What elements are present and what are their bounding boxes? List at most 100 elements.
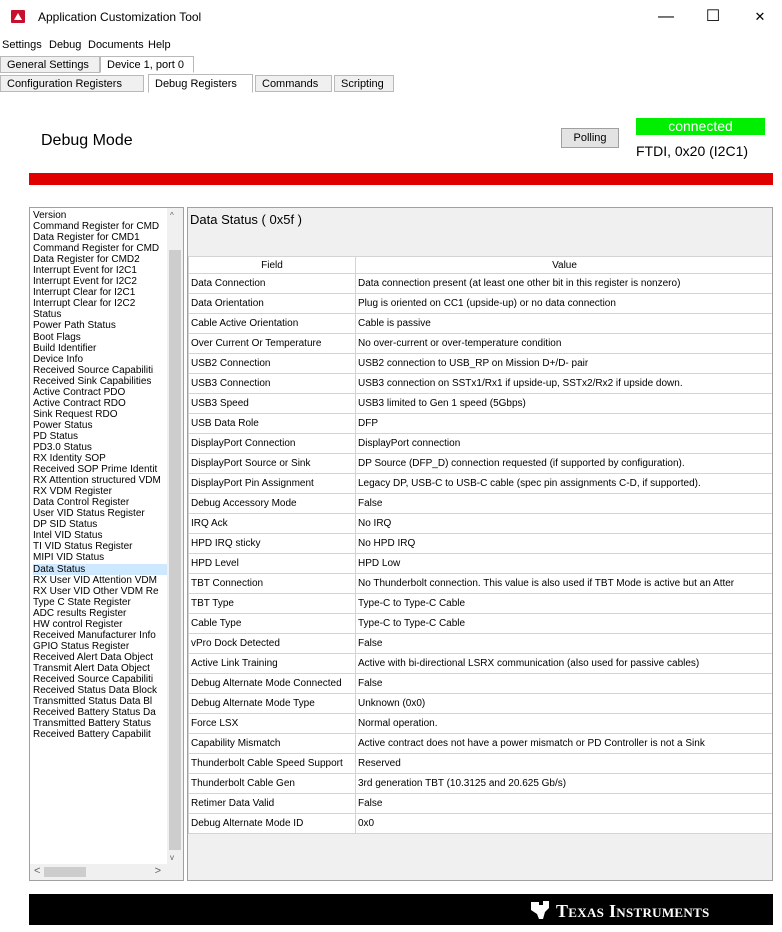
register-list-item[interactable]: Transmit Alert Data Object (33, 663, 167, 674)
table-row[interactable]: DisplayPort Connection DisplayPort connec… (188, 433, 772, 454)
register-list-item[interactable]: Boot Flags (33, 332, 167, 343)
register-list-item[interactable]: Received Source Capabiliti (33, 365, 167, 376)
field-value-cell: Active contract does not have a power mi… (355, 733, 772, 754)
register-list-item[interactable]: Device Info (33, 354, 167, 365)
register-list-item[interactable]: HW control Register (33, 619, 167, 630)
tab-debug-registers[interactable]: Debug Registers (148, 74, 253, 93)
register-list-item[interactable]: Data Control Register (33, 497, 167, 508)
table-row[interactable]: Retimer Data Valid False (188, 793, 772, 814)
register-list-item[interactable]: GPIO Status Register (33, 641, 167, 652)
table-row[interactable]: Cable Active Orientation Cable is passive (188, 313, 772, 334)
register-list-item[interactable]: RX Attention structured VDM (33, 475, 167, 486)
table-row[interactable]: Debug Alternate Mode ID 0x0 (188, 813, 772, 834)
register-list-item[interactable]: Active Contract RDO (33, 398, 167, 409)
close-button[interactable]: ✕ (737, 4, 782, 30)
register-list-item[interactable]: Data Status (33, 563, 167, 575)
register-list-item[interactable]: Received SOP Prime Identit (33, 464, 167, 475)
register-list-item[interactable]: PD3.0 Status (33, 442, 167, 453)
register-list-item[interactable]: RX User VID Other VDM Re (33, 586, 167, 597)
register-list-item[interactable]: Interrupt Clear for I2C2 (33, 298, 167, 309)
menu-documents[interactable]: Documents (88, 39, 144, 51)
table-row[interactable]: Thunderbolt Cable Gen 3rd generation TBT … (188, 773, 772, 794)
register-list-item[interactable]: Transmitted Status Data Bl (33, 696, 167, 707)
register-list-item[interactable]: RX Identity SOP (33, 453, 167, 464)
table-row[interactable]: DisplayPort Source or Sink DP Source (DFP… (188, 453, 772, 474)
tab-commands[interactable]: Commands (255, 75, 332, 92)
scroll-down-icon[interactable]: v (170, 853, 174, 862)
menu-debug[interactable]: Debug (49, 39, 81, 51)
tab-scripting[interactable]: Scripting (334, 75, 394, 92)
register-list-item[interactable]: Received Manufacturer Info (33, 630, 167, 641)
table-row[interactable]: Force LSX Normal operation. (188, 713, 772, 734)
register-list-item[interactable]: Power Path Status (33, 320, 167, 331)
register-list-item[interactable]: Type C State Register (33, 597, 167, 608)
register-list-item[interactable]: Version (33, 210, 167, 221)
register-list-item[interactable]: MIPI VID Status (33, 552, 167, 563)
table-row[interactable]: TBT Connection No Thunderbolt connection.… (188, 573, 772, 594)
table-row[interactable]: Capability Mismatch Active contract does … (188, 733, 772, 754)
scroll-up-icon[interactable]: ^ (170, 211, 174, 220)
register-list-item[interactable]: Received Source Capabiliti (33, 674, 167, 685)
table-row[interactable]: Thunderbolt Cable Speed Support Reserved (188, 753, 772, 774)
horizontal-scrollbar[interactable]: < > (30, 864, 183, 880)
register-list-item[interactable]: Power Status (33, 420, 167, 431)
maximize-button[interactable]: ☐ (690, 4, 736, 30)
table-row[interactable]: Debug Alternate Mode Connected False (188, 673, 772, 694)
table-row[interactable]: HPD Level HPD Low (188, 553, 772, 574)
table-row[interactable]: TBT Type Type-C to Type-C Cable (188, 593, 772, 614)
polling-button[interactable]: Polling (561, 128, 619, 148)
scroll-right-icon[interactable]: > (155, 865, 161, 877)
register-list-item[interactable]: PD Status (33, 431, 167, 442)
table-row[interactable]: DisplayPort Pin Assignment Legacy DP, USB… (188, 473, 772, 494)
register-list-item[interactable]: RX User VID Attention VDM (33, 575, 167, 586)
register-list-item[interactable]: ADC results Register (33, 608, 167, 619)
register-list-item[interactable]: Command Register for CMD (33, 243, 167, 254)
register-list-item[interactable]: Received Battery Status Da (33, 707, 167, 718)
vertical-scrollbar[interactable]: ^ v (167, 208, 183, 864)
register-list-item[interactable]: Received Alert Data Object (33, 652, 167, 663)
table-row[interactable]: USB Data Role DFP (188, 413, 772, 434)
table-row[interactable]: Debug Accessory Mode False (188, 493, 772, 514)
table-row[interactable]: vPro Dock Detected False (188, 633, 772, 654)
table-row[interactable]: Active Link Training Active with bi-direc… (188, 653, 772, 674)
table-row[interactable]: Cable Type Type-C to Type-C Cable (188, 613, 772, 634)
register-list-item[interactable]: TI VID Status Register (33, 541, 167, 552)
horizontal-scroll-thumb[interactable] (44, 867, 86, 877)
register-list-item[interactable]: Interrupt Clear for I2C1 (33, 287, 167, 298)
table-row[interactable]: USB3 Speed USB3 limited to Gen 1 speed (5… (188, 393, 772, 414)
minimize-button[interactable]: — (643, 4, 689, 30)
menu-help[interactable]: Help (148, 39, 171, 51)
tab-general-settings[interactable]: General Settings (0, 56, 100, 73)
table-row[interactable]: HPD IRQ sticky No HPD IRQ (188, 533, 772, 554)
register-list-item[interactable]: Data Register for CMD2 (33, 254, 167, 265)
table-row[interactable]: USB2 Connection USB2 connection to USB_RP… (188, 353, 772, 374)
register-list-item[interactable]: RX VDM Register (33, 486, 167, 497)
tab-device-1-port-0[interactable]: Device 1, port 0 (100, 56, 194, 73)
register-list[interactable]: Version Command Register for CMD Data Regi… (29, 207, 184, 881)
table-row[interactable]: Over Current Or Temperature No over-curre… (188, 333, 772, 354)
register-list-item[interactable]: User VID Status Register (33, 508, 167, 519)
register-list-item[interactable]: Data Register for CMD1 (33, 232, 167, 243)
tab-configuration-registers[interactable]: Configuration Registers (0, 75, 144, 92)
register-list-item[interactable]: Transmitted Battery Status (33, 718, 167, 729)
table-row[interactable]: Debug Alternate Mode Type Unknown (0x0) (188, 693, 772, 714)
register-list-item[interactable]: Sink Request RDO (33, 409, 167, 420)
register-list-item[interactable]: Active Contract PDO (33, 387, 167, 398)
register-list-item[interactable]: Command Register for CMD (33, 221, 167, 232)
register-list-item[interactable]: Interrupt Event for I2C2 (33, 276, 167, 287)
menu-settings[interactable]: Settings (2, 39, 42, 51)
table-row[interactable]: IRQ Ack No IRQ (188, 513, 772, 534)
register-list-item[interactable]: Build Identifier (33, 343, 167, 354)
table-row[interactable]: Data Connection Data connection present (… (188, 273, 772, 294)
table-row[interactable]: USB3 Connection USB3 connection on SSTx1/… (188, 373, 772, 394)
table-row[interactable]: Data Orientation Plug is oriented on CC1 … (188, 293, 772, 314)
register-list-item[interactable]: Received Battery Capabilit (33, 729, 167, 740)
scroll-thumb[interactable] (169, 250, 181, 850)
register-list-item[interactable]: Status (33, 309, 167, 320)
register-list-item[interactable]: Received Status Data Block (33, 685, 167, 696)
register-list-item[interactable]: Received Sink Capabilities (33, 376, 167, 387)
register-list-item[interactable]: DP SID Status (33, 519, 167, 530)
register-list-item[interactable]: Intel VID Status (33, 530, 167, 541)
scroll-left-icon[interactable]: < (34, 865, 40, 877)
register-list-item[interactable]: Interrupt Event for I2C1 (33, 265, 167, 276)
